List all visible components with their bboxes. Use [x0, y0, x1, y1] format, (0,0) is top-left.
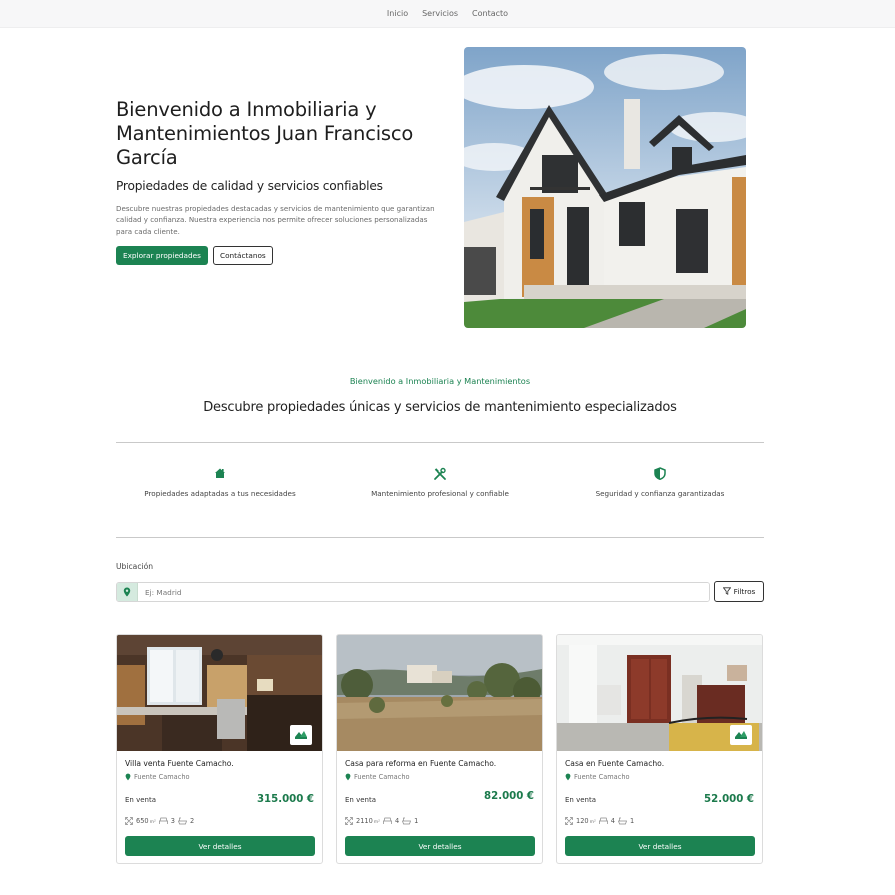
area-icon	[345, 817, 353, 825]
intro-kicker: Bienvenido a Inmobiliaria y Mantenimient…	[349, 376, 531, 386]
map-pin-icon	[117, 583, 138, 601]
property-title: Casa en Fuente Camacho.	[565, 759, 665, 768]
location-text: Fuente Camacho	[134, 773, 190, 781]
area-value: 650	[136, 817, 149, 825]
hero-subtitle: Propiedades de calidad y servicios confi…	[116, 179, 383, 193]
feature-security: Seguridad y confianza garantizadas	[575, 467, 745, 499]
bathrooms-value: 1	[629, 817, 635, 825]
divider	[116, 442, 764, 443]
area-icon	[565, 817, 573, 825]
hero-section: Bienvenido a Inmobiliaria y Mantenimient…	[116, 98, 451, 265]
hero-description: Descubre nuestras propiedades destacadas…	[116, 204, 435, 236]
view-details-button[interactable]: Ver detalles	[125, 836, 315, 856]
filter-icon	[722, 586, 731, 597]
hero-house-image	[464, 47, 746, 328]
intro-title: Descubre propiedades únicas y servicios …	[203, 400, 677, 415]
area-value: 2110	[356, 817, 373, 825]
property-card[interactable]: Casa en Fuente Camacho. Fuente Camacho E…	[556, 634, 763, 864]
nav-link-inicio[interactable]: Inicio	[387, 9, 408, 18]
filters-label: Filtros	[733, 587, 756, 596]
property-title: Casa para reforma en Fuente Camacho.	[345, 759, 497, 768]
shield-icon	[575, 467, 745, 483]
contact-button[interactable]: Contáctanos	[212, 245, 273, 265]
property-location: Fuente Camacho	[345, 773, 410, 781]
feature-text: Mantenimiento profesional y confiable	[371, 489, 509, 498]
bed-icon	[598, 817, 608, 824]
hero-title: Bienvenido a Inmobiliaria y Mantenimient…	[116, 98, 414, 169]
property-status: En venta	[565, 796, 597, 804]
bath-icon	[177, 817, 187, 825]
property-location: Fuente Camacho	[565, 773, 630, 781]
property-price: 315.000 €	[256, 794, 314, 805]
view-details-button[interactable]: Ver detalles	[345, 836, 535, 856]
property-price: 82.000 €	[484, 791, 534, 802]
bath-icon	[402, 817, 412, 825]
property-specs: 650m² 3 2	[125, 817, 194, 825]
feature-text: Seguridad y confianza garantizadas	[595, 489, 725, 498]
feature-text: Propiedades adaptadas a tus necesidades	[144, 489, 296, 498]
property-price: 52.000 €	[704, 794, 754, 805]
property-status: En venta	[125, 796, 157, 804]
bathrooms-value: 1	[414, 817, 419, 825]
map-pin-icon	[565, 773, 571, 781]
area-icon	[125, 817, 133, 825]
explore-properties-button[interactable]: Explorar propiedades	[116, 245, 208, 265]
bathrooms-value: 2	[189, 817, 195, 825]
area-unit: m²	[589, 820, 596, 825]
hero-buttons: Explorar propiedades Contáctanos	[116, 245, 451, 265]
area-value: 120	[576, 817, 589, 825]
location-label: Ubicación	[116, 562, 154, 571]
property-location: Fuente Camacho	[125, 773, 190, 781]
tools-icon	[355, 467, 525, 483]
location-text: Fuente Camacho	[574, 773, 630, 781]
location-search	[116, 582, 710, 602]
view-details-button[interactable]: Ver detalles	[565, 836, 755, 856]
filters-button[interactable]: Filtros	[714, 581, 764, 602]
location-search-input[interactable]	[138, 583, 709, 601]
home-icon	[135, 467, 305, 483]
property-card[interactable]: Casa para reforma en Fuente Camacho. Fue…	[336, 634, 543, 864]
area-unit: m²	[373, 820, 380, 825]
map-pin-icon	[345, 773, 351, 781]
bedrooms-value: 4	[610, 817, 615, 825]
bed-icon	[158, 817, 168, 824]
property-title: Villa venta Fuente Camacho.	[125, 759, 234, 768]
bed-icon	[383, 817, 392, 824]
top-nav: Inicio Servicios Contacto	[0, 0, 895, 28]
logo-badge	[290, 725, 312, 745]
bedrooms-value: 3	[170, 817, 175, 825]
feature-properties: Propiedades adaptadas a tus necesidades	[135, 467, 305, 499]
property-card[interactable]: Villa venta Fuente Camacho. Fuente Camac…	[116, 634, 323, 864]
logo-badge	[730, 725, 752, 745]
area-unit: m²	[149, 820, 156, 825]
map-pin-icon	[125, 773, 131, 781]
divider	[116, 537, 764, 538]
property-status: En venta	[345, 796, 377, 804]
bath-icon	[617, 817, 627, 825]
bedrooms-value: 4	[394, 817, 400, 825]
property-specs: 2110m² 4 1	[345, 817, 418, 825]
property-image	[337, 635, 542, 751]
nav-link-contacto[interactable]: Contacto	[472, 9, 508, 18]
feature-maintenance: Mantenimiento profesional y confiable	[355, 467, 525, 499]
location-text: Fuente Camacho	[354, 773, 410, 781]
property-specs: 120m² 4 1	[565, 817, 634, 825]
nav-link-servicios[interactable]: Servicios	[422, 9, 458, 18]
